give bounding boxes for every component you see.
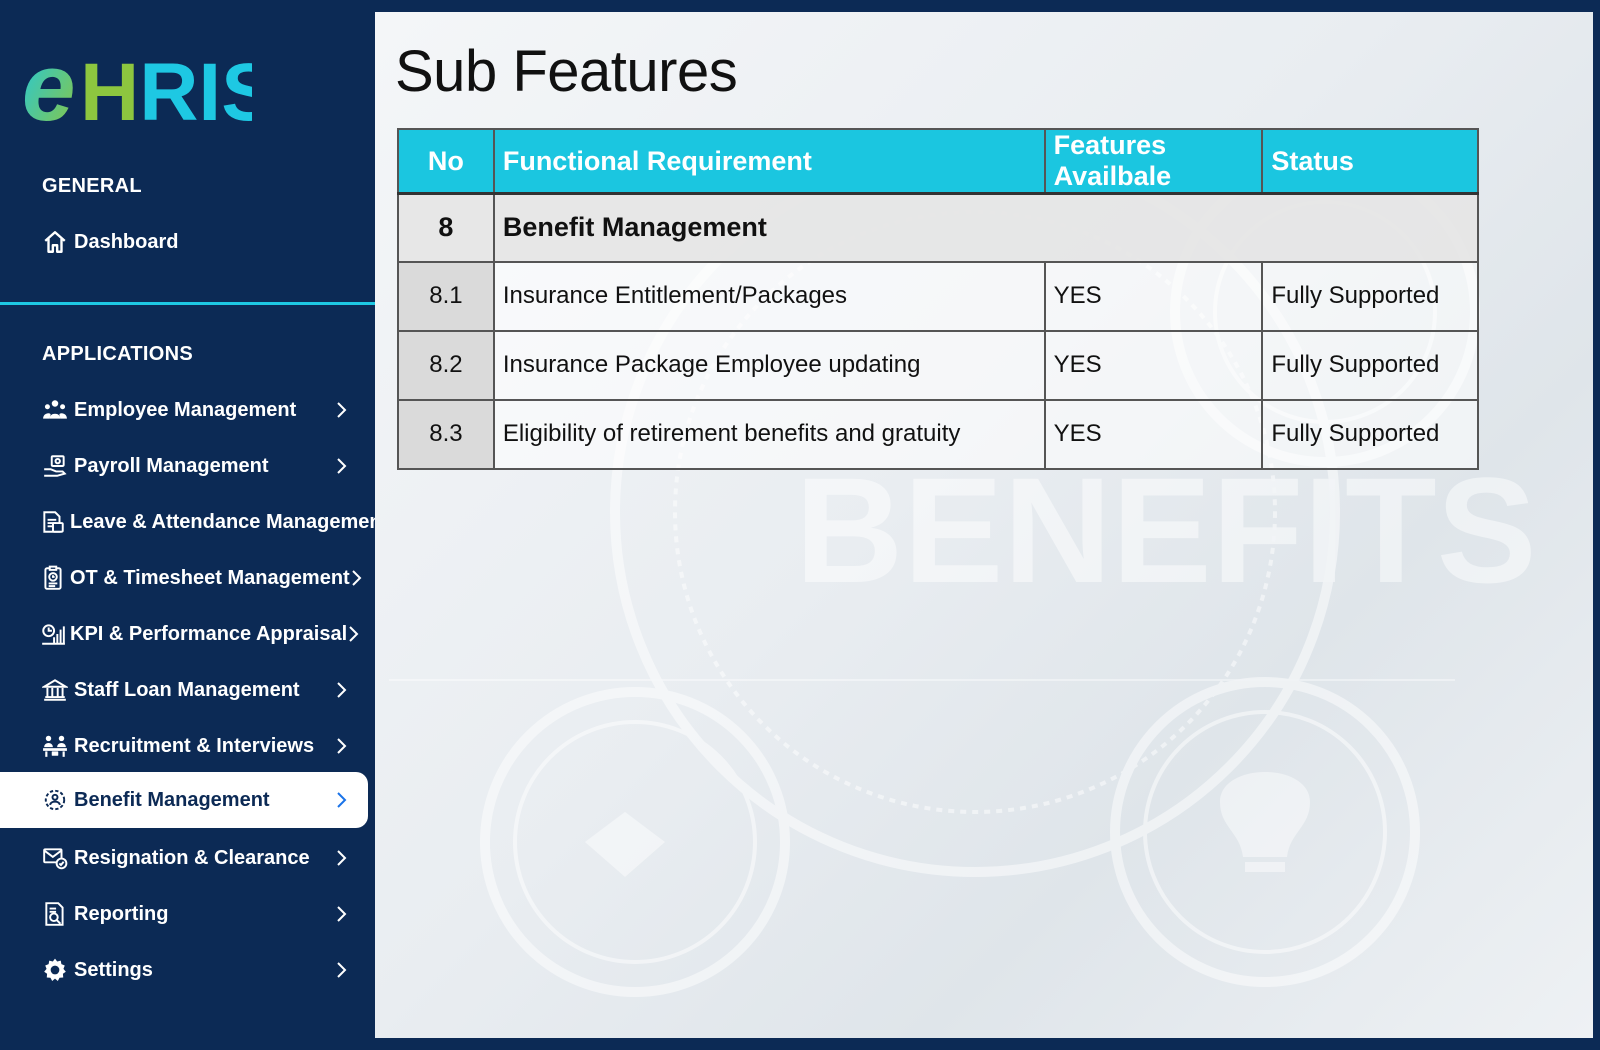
interview-icon — [40, 731, 70, 761]
group-name: Benefit Management — [492, 192, 1480, 263]
sidebar-item-label: Dashboard — [74, 230, 179, 253]
home-icon — [40, 227, 70, 257]
sidebar-item-kpi-performance-appraisal[interactable]: KPI & Performance Appraisal — [0, 606, 368, 662]
group-number: 8 — [397, 192, 495, 263]
chevron-right-icon — [330, 737, 352, 755]
row-number: 8.3 — [397, 398, 495, 470]
logo-mark: e HRIS — [22, 34, 276, 141]
chevron-right-icon — [330, 905, 352, 923]
sidebar-item-label: Resignation & Clearance — [74, 846, 310, 869]
sidebar-item-label: Leave & Attendance Management — [70, 510, 389, 533]
logo-text: HRIS — [80, 47, 252, 135]
payroll-icon — [40, 451, 70, 481]
column-header-no: No — [397, 128, 495, 195]
column-header-features-available: Features Availbale — [1043, 128, 1264, 195]
sidebar-item-label: KPI & Performance Appraisal — [70, 622, 348, 645]
sidebar-item-dashboard[interactable]: Dashboard — [0, 214, 368, 270]
sidebar-item-label: Staff Loan Management — [74, 678, 300, 701]
sidebar-item-employee-management[interactable]: Employee Management — [0, 382, 368, 438]
sidebar-item-settings[interactable]: Settings — [0, 942, 368, 998]
sidebar-item-label: Recruitment & Interviews — [74, 734, 315, 757]
row-status: Fully Supported — [1261, 260, 1479, 332]
row-requirement: Insurance Entitlement/Packages — [492, 260, 1046, 332]
column-header-status: Status — [1261, 128, 1479, 195]
chevron-right-icon — [330, 849, 352, 867]
sub-features-table: No Functional Requirement Features Avail… — [397, 128, 1480, 470]
applications-section-label: APPLICATIONS — [42, 343, 194, 365]
sidebar-item-label: OT & Timesheet Management — [70, 566, 350, 589]
sidebar-item-label: Employee Management — [74, 398, 297, 421]
general-section-label: GENERAL — [42, 175, 142, 197]
calendar-doc-icon — [40, 507, 66, 537]
table-group-row: 8 Benefit Management — [397, 192, 1480, 263]
main-content: BENEFITS Sub Features No Functional Requ… — [375, 12, 1593, 1038]
column-header-functional-requirement: Functional Requirement — [492, 128, 1046, 195]
table-row: 8.1 Insurance Entitlement/Packages YES F… — [397, 260, 1479, 332]
chevron-right-icon — [330, 961, 352, 979]
benefit-icon — [40, 785, 70, 815]
chevron-right-icon — [330, 791, 352, 809]
users-icon — [40, 395, 70, 425]
sidebar-item-resignation-clearance[interactable]: Resignation & Clearance — [0, 830, 368, 886]
chevron-right-icon — [350, 569, 362, 587]
row-status: Fully Supported — [1261, 329, 1479, 401]
row-requirement: Eligibility of retirement benefits and g… — [492, 398, 1046, 470]
sidebar-item-label: Benefit Management — [74, 788, 270, 811]
gear-icon — [40, 955, 70, 985]
resignation-icon — [40, 843, 70, 873]
sidebar-item-benefit-management[interactable]: Benefit Management — [0, 772, 368, 828]
report-icon — [40, 899, 70, 929]
ehris-logo[interactable]: e HRIS — [22, 34, 276, 141]
sidebar-item-reporting[interactable]: Reporting — [0, 886, 368, 942]
row-status: Fully Supported — [1261, 398, 1479, 470]
chevron-right-icon — [330, 457, 352, 475]
chevron-right-icon — [330, 681, 352, 699]
row-available: YES — [1043, 329, 1264, 401]
sidebar-divider — [0, 302, 375, 305]
sidebar-item-label: Reporting — [74, 902, 169, 925]
kpi-icon — [40, 619, 66, 649]
sidebar-item-leave-attendance-management[interactable]: Leave & Attendance Management — [0, 494, 400, 550]
sidebar: e HRIS GENERAL Dashboard APPLICATIONS Em… — [0, 0, 400, 1050]
page-title: Sub Features — [395, 39, 738, 104]
table-row: 8.3 Eligibility of retirement benefits a… — [397, 398, 1479, 470]
sidebar-item-payroll-management[interactable]: Payroll Management — [0, 438, 368, 494]
sidebar-item-label: Payroll Management — [74, 454, 269, 477]
bank-icon — [40, 675, 70, 705]
row-available: YES — [1043, 260, 1264, 332]
sidebar-item-staff-loan-management[interactable]: Staff Loan Management — [0, 662, 368, 718]
table-row: 8.2 Insurance Package Employee updating … — [397, 329, 1479, 401]
sidebar-item-ot-timesheet-management[interactable]: OT & Timesheet Management — [0, 550, 368, 606]
row-number: 8.2 — [397, 329, 495, 401]
table-header-row: No Functional Requirement Features Avail… — [397, 128, 1479, 195]
svg-text:e: e — [22, 40, 75, 135]
chevron-right-icon — [330, 401, 352, 419]
row-number: 8.1 — [397, 260, 495, 332]
timesheet-icon — [40, 563, 66, 593]
sidebar-item-label: Settings — [74, 958, 153, 981]
benefits-watermark: BENEFITS — [795, 446, 1537, 614]
row-requirement: Insurance Package Employee updating — [492, 329, 1046, 401]
chevron-right-icon — [347, 625, 359, 643]
sidebar-item-recruitment-interviews[interactable]: Recruitment & Interviews — [0, 718, 368, 774]
row-available: YES — [1043, 398, 1264, 470]
